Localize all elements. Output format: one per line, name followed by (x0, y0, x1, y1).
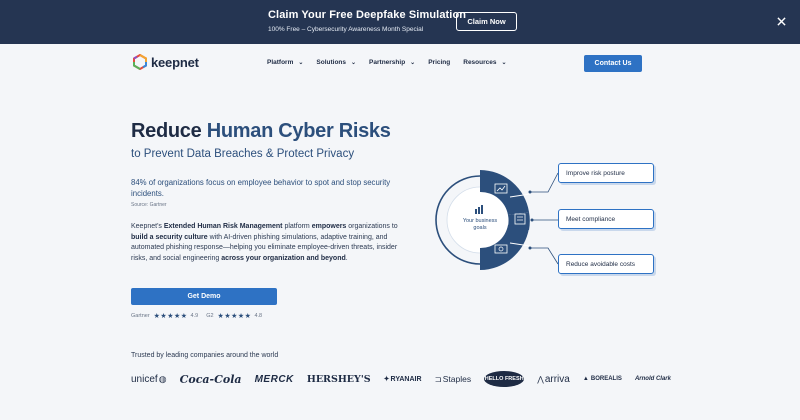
nav-label: Platform (267, 59, 294, 66)
rating-label: G2 (206, 313, 214, 319)
customer-logos: unicef ◍ Coca-Cola MERCK HERSHEY'S ✦ RYANA… (131, 371, 671, 387)
logo-coca-cola: Coca-Cola (179, 372, 242, 386)
outcome-reduce-costs: Reduce avoidable costs (558, 254, 654, 274)
business-goals-diagram: Your business goals Improve risk posture… (430, 160, 670, 280)
logo-unicef: unicef ◍ (131, 374, 167, 385)
get-demo-button[interactable]: Get Demo (131, 288, 277, 305)
arriva-mark-icon: ⋀ (537, 374, 544, 384)
logo-ryanair: ✦ RYANAIR (383, 375, 422, 384)
desc-text: . (345, 254, 348, 262)
desc-bold: Extended Human Risk Management (163, 223, 283, 230)
promo-banner: Claim Your Free Deepfake Simulation 100%… (0, 0, 800, 44)
nav-label: Solutions (316, 59, 347, 66)
logo-merck: MERCK (254, 373, 294, 385)
logo-hersheys: HERSHEY'S (306, 373, 371, 385)
diagram-center-label: Your business goals (456, 218, 504, 232)
nav-item-solutions[interactable]: Solutions ⌄ (316, 59, 356, 66)
center-label-line: goals (473, 225, 487, 231)
logo-hello-fresh: HELLO FRESH (484, 371, 525, 387)
desc-bold: build a security culture (131, 233, 208, 241)
logo-arriva: ⋀ arriva (537, 374, 570, 385)
banner-subtitle: 100% Free – Cybersecurity Awareness Mont… (268, 26, 424, 33)
chevron-down-icon: ⌄ (351, 60, 357, 66)
hero-title-part: Reduce (131, 120, 207, 142)
desc-text: organizations to (346, 223, 398, 230)
nav-item-resources[interactable]: Resources ⌄ (463, 59, 506, 66)
borealis-mark-icon: ▲ (582, 376, 589, 382)
nav-label: Resources (463, 59, 497, 66)
hero-subtitle: to Prevent Data Breaches & Protect Priva… (131, 148, 355, 160)
rating-score: 4.8 (254, 313, 263, 319)
nav-item-platform[interactable]: Platform ⌄ (267, 59, 303, 66)
harp-icon: ✦ (383, 376, 390, 383)
keepnet-logo-icon (133, 54, 147, 70)
logo-borealis: ▲ BOREALIS (583, 376, 622, 382)
outcome-improve-risk: Improve risk posture (558, 163, 654, 183)
brand-name: arriva (544, 373, 570, 385)
nav-label: Pricing (428, 59, 451, 66)
nav-label: Partnership (369, 59, 406, 66)
star-rating-icon: ★★★★★ (153, 313, 188, 320)
logo-text: keepnet (151, 54, 199, 70)
desc-text: Keepnet's (131, 223, 164, 230)
staple-icon: ⊐ (434, 373, 442, 384)
rating-score: 4.9 (190, 313, 199, 319)
claim-now-button[interactable]: Claim Now (456, 12, 517, 31)
ratings: Gartner ★★★★★ 4.9 G2 ★★★★★ 4.8 (131, 312, 270, 320)
outcome-meet-compliance: Meet compliance (558, 209, 654, 229)
logo-arnold-clark: Arnold Clark (634, 376, 671, 382)
banner-title: Claim Your Free Deepfake Simulation (268, 9, 467, 21)
close-icon[interactable] (774, 14, 788, 28)
stat-text: 84% of organizations focus on employee b… (131, 178, 391, 198)
center-label-line: Your business (462, 218, 498, 224)
chevron-down-icon: ⌄ (298, 60, 304, 66)
chevron-down-icon: ⌄ (410, 60, 416, 66)
contact-us-button[interactable]: Contact Us (584, 55, 642, 72)
desc-text: platform (282, 223, 312, 230)
brand-name: Staples (442, 374, 472, 384)
rating-label: Gartner (131, 313, 150, 319)
brand-name: RYANAIR (390, 375, 422, 383)
source-text: Source: Gartner (131, 202, 167, 208)
hero-description: Keepnet's Extended Human Risk Management… (131, 222, 401, 264)
site-header: keepnet Platform ⌄ Solutions ⌄ Partnership… (0, 44, 800, 84)
hero-title: Reduce Human Cyber Risks (131, 120, 391, 143)
chevron-down-icon: ⌄ (501, 60, 507, 66)
trusted-label: Trusted by leading companies around the … (131, 352, 279, 359)
brand-name: BOREALIS (590, 376, 622, 382)
desc-bold: empowers (311, 223, 347, 230)
rating-g2: G2 ★★★★★ 4.8 (206, 312, 262, 320)
nav-item-pricing[interactable]: Pricing (428, 59, 450, 66)
rating-gartner: Gartner ★★★★★ 4.9 (131, 312, 198, 320)
nav-item-partnership[interactable]: Partnership ⌄ (369, 59, 415, 66)
hero-title-accent: Human Cyber Risks (206, 120, 391, 142)
main-nav: Platform ⌄ Solutions ⌄ Partnership ⌄ Pricin… (267, 59, 520, 66)
keepnet-logo[interactable]: keepnet (132, 54, 199, 70)
globe-icon: ◍ (158, 373, 167, 384)
star-rating-icon: ★★★★★ (217, 313, 252, 320)
brand-name: unicef (131, 373, 158, 385)
desc-bold: across your organization and beyond (221, 254, 346, 262)
logo-staples: ⊐ Staples (435, 374, 471, 385)
